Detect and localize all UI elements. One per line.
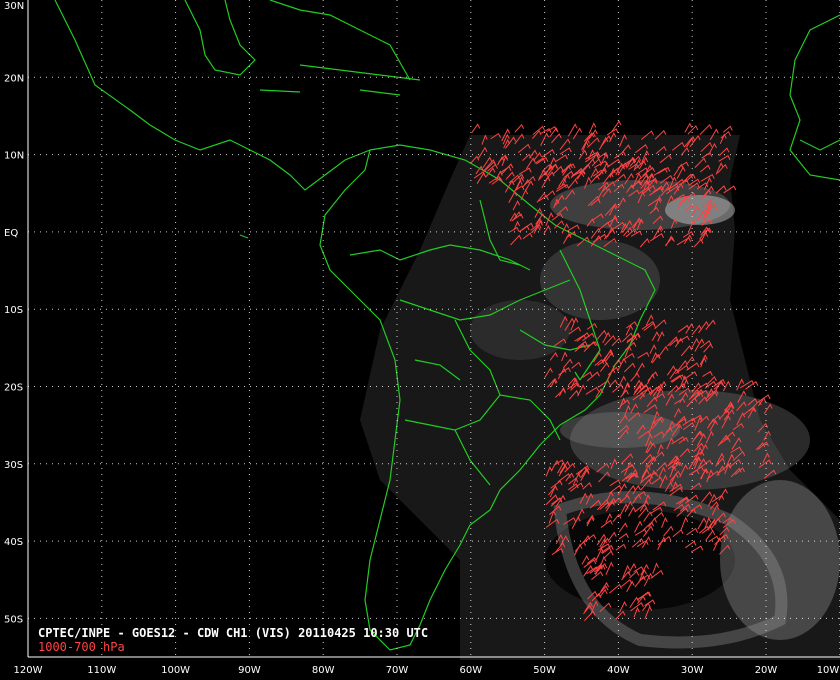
longitude-label: 20W [755, 665, 778, 676]
longitude-label: 40W [607, 665, 630, 676]
satellite-map: 30N 20N 10N EQ 10S 20S 30S 40S 50S 120W 110W 100W 9… [0, 0, 840, 680]
latitude-label: EQ [4, 228, 18, 239]
longitude-label: 10W [817, 665, 840, 676]
latitude-label: 30N [4, 1, 24, 12]
latitude-label: 10S [4, 305, 23, 316]
latitude-label: 20N [4, 73, 24, 84]
longitude-label: 70W [386, 665, 409, 676]
longitude-label: 60W [459, 665, 482, 676]
longitude-label: 80W [312, 665, 335, 676]
longitude-label: 50W [533, 665, 556, 676]
longitude-label: 100W [161, 665, 190, 676]
latitude-label: 20S [4, 383, 23, 394]
latitude-label: 50S [4, 614, 23, 625]
longitude-label: 30W [681, 665, 704, 676]
pressure-level-label: 1000-700 hPa [38, 640, 125, 654]
latitude-label: 10N [4, 151, 24, 162]
latitude-label: 40S [4, 537, 23, 548]
longitude-label: 90W [238, 665, 261, 676]
longitude-label: 120W [14, 665, 43, 676]
longitude-label: 110W [87, 665, 116, 676]
image-title: CPTEC/INPE - GOES12 - CDW CH1 (VIS) 2011… [38, 626, 429, 640]
latitude-label: 30S [4, 460, 23, 471]
